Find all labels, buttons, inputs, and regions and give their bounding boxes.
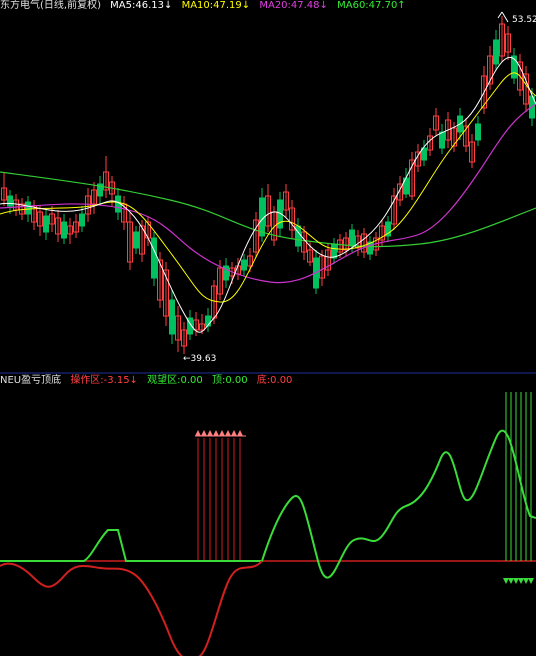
candle — [61, 214, 67, 244]
oscillator-line — [0, 429, 536, 579]
candle — [13, 194, 19, 216]
candle-body — [439, 131, 445, 149]
candle-body — [349, 229, 355, 247]
candle-body — [205, 315, 211, 327]
candle — [37, 206, 43, 236]
down-arrow-icon — [513, 578, 519, 584]
candle — [163, 262, 169, 326]
up-arrow-icon — [201, 430, 207, 436]
candle — [523, 66, 529, 112]
candle — [421, 140, 427, 166]
candle — [367, 236, 373, 260]
candle — [139, 220, 145, 262]
down-arrow-icon — [523, 578, 529, 584]
up-arrow-icon — [219, 430, 225, 436]
candle — [73, 214, 79, 238]
candle — [241, 254, 247, 276]
candle — [505, 26, 511, 60]
candle — [409, 152, 415, 200]
up-arrow-icon — [195, 430, 201, 436]
candle-body — [241, 259, 247, 271]
candle — [301, 226, 307, 260]
candle — [31, 200, 37, 230]
candle — [169, 290, 175, 344]
candle — [253, 212, 259, 258]
candle-body — [61, 221, 67, 239]
candle — [439, 124, 445, 154]
candle-body — [79, 213, 85, 227]
red-oscillator-line — [0, 560, 263, 656]
candle — [151, 232, 157, 286]
candle — [499, 16, 505, 62]
candle — [91, 182, 97, 214]
candle — [463, 118, 469, 152]
candle — [133, 226, 139, 254]
candle — [289, 200, 295, 238]
candle — [391, 188, 397, 230]
up-arrow-icon — [237, 430, 243, 436]
candle — [493, 30, 499, 70]
candle — [181, 322, 187, 354]
candle — [259, 188, 265, 242]
candle — [325, 244, 331, 276]
candle — [43, 210, 49, 240]
candle-body — [169, 299, 175, 335]
candle — [175, 306, 181, 352]
candle — [265, 184, 271, 232]
up-arrow-icon — [213, 430, 219, 436]
candlesticks[interactable] — [1, 16, 535, 354]
high-price-label: 53.52 — [512, 15, 536, 25]
candle — [97, 176, 103, 204]
candle-body — [475, 123, 481, 141]
candle — [403, 168, 409, 198]
candle — [121, 196, 127, 230]
candle — [127, 212, 133, 270]
candle — [85, 188, 91, 222]
down-arrow-icon — [518, 578, 524, 584]
candle — [295, 218, 301, 252]
candle — [205, 308, 211, 332]
candle-body — [493, 39, 499, 65]
candle — [469, 134, 475, 168]
indicator-panel[interactable] — [0, 392, 536, 656]
up-arrow-icon — [225, 430, 231, 436]
candle — [1, 172, 7, 206]
candle — [397, 176, 403, 206]
candle — [283, 184, 289, 218]
up-arrow-icon — [207, 430, 213, 436]
candle-body — [151, 237, 157, 279]
high-annotation: 53.52 — [497, 11, 536, 25]
candle-body — [133, 231, 139, 249]
down-arrow-icon — [528, 578, 534, 584]
candle — [7, 190, 13, 214]
candle — [385, 216, 391, 242]
candle-body — [43, 215, 49, 233]
candle-body — [25, 201, 31, 215]
candle — [361, 228, 367, 258]
candle — [67, 218, 73, 244]
candle — [103, 156, 109, 198]
stock-chart[interactable]: 53.52 ←39.63 — [0, 0, 536, 656]
down-arrow-icon — [503, 578, 509, 584]
down-arrow-icon — [508, 578, 514, 584]
candle — [55, 210, 61, 242]
candle — [187, 310, 193, 340]
up-arrow-icon — [231, 430, 237, 436]
candle — [331, 238, 337, 264]
candle — [475, 116, 481, 146]
candle-body — [331, 243, 337, 259]
candle — [511, 48, 517, 84]
low-price-label: ←39.63 — [183, 354, 216, 364]
candle-body — [7, 195, 13, 207]
candle — [223, 258, 229, 288]
candle — [433, 108, 439, 136]
